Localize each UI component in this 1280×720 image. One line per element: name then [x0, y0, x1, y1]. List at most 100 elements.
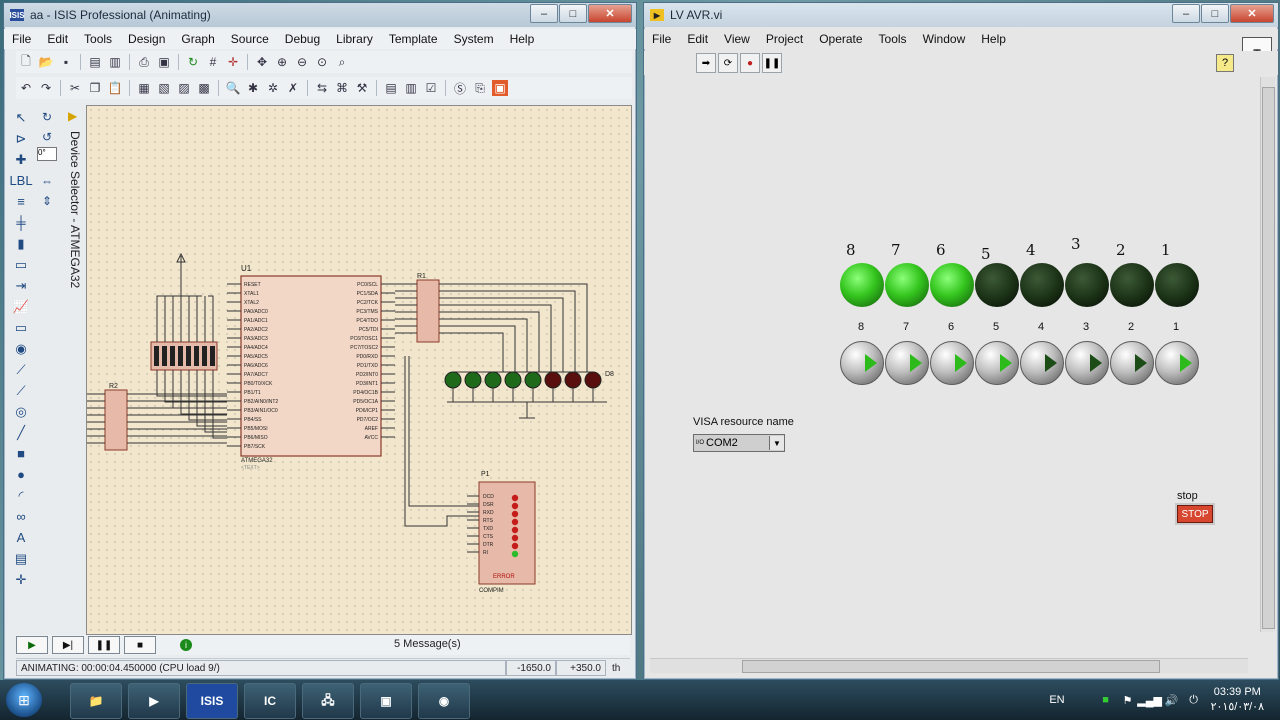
boolean-toggle-button[interactable]	[930, 341, 974, 385]
block-rotate-icon[interactable]: ▨	[176, 80, 192, 96]
language-indicator[interactable]: EN	[1049, 694, 1064, 706]
generator-icon[interactable]: ◉	[13, 339, 29, 359]
isis-titlebar[interactable]: ISIS aa - ISIS Professional (Animating) …	[4, 3, 636, 27]
mirror-x-icon[interactable]: ⇔	[39, 171, 55, 191]
dip-lever[interactable]	[162, 346, 167, 366]
explorer-task-icon[interactable]: 📁	[70, 683, 122, 719]
labview-titlebar[interactable]: ▶ LV AVR.vi – □ ✕	[644, 3, 1278, 27]
search-tag-icon[interactable]: ⌘	[334, 80, 350, 96]
save-icon[interactable]: ▪	[58, 54, 74, 70]
menu-design[interactable]: Design	[120, 32, 173, 46]
run-arrow-icon[interactable]: ➡	[696, 53, 716, 73]
terminals-icon[interactable]: ▭	[13, 255, 29, 275]
menu-debug[interactable]: Debug	[277, 32, 328, 46]
boolean-toggle-button[interactable]	[1155, 341, 1199, 385]
stop-button[interactable]: STOP	[1177, 505, 1213, 523]
tape-recorder-icon[interactable]: ▭	[13, 318, 29, 338]
dip-switch-body[interactable]	[150, 341, 218, 371]
r1-body[interactable]	[416, 279, 440, 343]
pick-device-icon[interactable]: 🔍	[225, 80, 241, 96]
block-move-icon[interactable]: ▧	[156, 80, 172, 96]
new-file-icon[interactable]: 🗋	[18, 54, 34, 70]
block-copy-icon[interactable]: ▦	[136, 80, 152, 96]
ares-icon[interactable]: Ⓢ	[452, 80, 468, 96]
schematic-led[interactable]	[444, 371, 462, 389]
boolean-toggle-button[interactable]	[1110, 341, 1154, 385]
dip-lever[interactable]	[178, 346, 183, 366]
step-icon[interactable]: ▶|	[52, 636, 84, 654]
property-assign-icon[interactable]: ⚒	[354, 80, 370, 96]
vertical-scrollbar[interactable]	[1260, 77, 1275, 632]
component-mode-icon[interactable]: ⊳	[13, 129, 29, 149]
menu-graph[interactable]: Graph	[173, 32, 222, 46]
tray-power-icon[interactable]: ⏻	[1187, 693, 1201, 707]
tray-network-icon[interactable]: ▂▄▆	[1137, 693, 1162, 707]
schematic-led[interactable]	[484, 371, 502, 389]
tray-green-icon[interactable]: ■	[1099, 693, 1113, 707]
tray-volume-icon[interactable]: 🔊	[1165, 693, 1179, 707]
device-selector-arrow-icon[interactable]: ▶	[68, 109, 77, 123]
ares-task-icon[interactable]: IC	[244, 683, 296, 719]
undo-icon[interactable]: ↶	[18, 80, 34, 96]
minimize-button[interactable]: –	[1172, 4, 1200, 23]
box-icon[interactable]: ■	[13, 444, 29, 464]
junction-dot-icon[interactable]: ✚	[13, 150, 29, 170]
bill-of-materials-icon[interactable]: ▤	[383, 80, 399, 96]
dip-lever[interactable]	[202, 346, 207, 366]
menu-tools[interactable]: Tools	[76, 32, 120, 46]
open-folder-icon[interactable]: 📂	[38, 54, 54, 70]
run-continuously-icon[interactable]: ⟳	[718, 53, 738, 73]
zoom-in-icon[interactable]: ⊕	[274, 54, 290, 70]
lv-menu-help[interactable]: Help	[973, 32, 1014, 46]
virtual-instruments-icon[interactable]: ◎	[13, 402, 29, 422]
lv-menu-project[interactable]: Project	[758, 32, 811, 46]
menu-file[interactable]: File	[4, 32, 39, 46]
dip-lever[interactable]	[154, 346, 159, 366]
pause-icon[interactable]: ❚❚	[88, 636, 120, 654]
close-button[interactable]: ✕	[588, 4, 632, 23]
lv-menu-file[interactable]: File	[644, 32, 679, 46]
subcircuit-icon[interactable]: ▮	[13, 234, 29, 254]
netlist-icon[interactable]: ▥	[403, 80, 419, 96]
packaging-icon[interactable]: ✲	[265, 80, 281, 96]
schematic-led[interactable]	[584, 371, 602, 389]
chrome-task-icon[interactable]: ◉	[418, 683, 470, 719]
voltage-probe-icon[interactable]: ⟋	[13, 360, 29, 380]
close-button[interactable]: ✕	[1230, 4, 1274, 23]
dip-lever[interactable]	[210, 346, 215, 366]
stop-icon[interactable]: ■	[124, 636, 156, 654]
schematic-led[interactable]	[464, 371, 482, 389]
lv-menu-view[interactable]: View	[716, 32, 758, 46]
menu-system[interactable]: System	[446, 32, 502, 46]
export-icon[interactable]: ▥	[107, 54, 123, 70]
menu-template[interactable]: Template	[381, 32, 446, 46]
zoom-area-icon[interactable]: ⌕	[334, 54, 350, 70]
import-icon[interactable]: ▤	[87, 54, 103, 70]
text-script-icon[interactable]: ≡	[13, 192, 29, 212]
rotate-cw-icon[interactable]: ↻	[39, 107, 55, 127]
chevron-down-icon[interactable]: ▼	[769, 436, 784, 450]
menu-help[interactable]: Help	[502, 32, 543, 46]
pan-icon[interactable]: ✥	[254, 54, 270, 70]
lv-menu-edit[interactable]: Edit	[679, 32, 716, 46]
marker-icon[interactable]: ✛	[13, 570, 29, 590]
play-icon[interactable]: ▶	[16, 636, 48, 654]
zoom-all-icon[interactable]: ⊙	[314, 54, 330, 70]
boolean-toggle-button[interactable]	[885, 341, 929, 385]
print-area-icon[interactable]: ▣	[156, 54, 172, 70]
copy-icon[interactable]: ❐	[87, 80, 103, 96]
paste-icon[interactable]: 📋	[107, 80, 123, 96]
lv-menu-tools[interactable]: Tools	[871, 32, 915, 46]
network-task-icon[interactable]: 🖧	[302, 683, 354, 719]
horizontal-scrollbar[interactable]	[650, 658, 1248, 673]
schematic-led[interactable]	[564, 371, 582, 389]
boolean-toggle-button[interactable]	[975, 341, 1019, 385]
schematic-led[interactable]	[524, 371, 542, 389]
dip-lever[interactable]	[170, 346, 175, 366]
isis-close-design-icon[interactable]: ▣	[492, 80, 508, 96]
mirror-y-icon[interactable]: ⇕	[39, 191, 55, 211]
r2-body[interactable]	[104, 389, 128, 451]
origin-icon[interactable]: ✛	[225, 54, 241, 70]
rotation-field[interactable]: 0°	[37, 147, 57, 161]
labview-task-icon[interactable]: ▶	[128, 683, 180, 719]
